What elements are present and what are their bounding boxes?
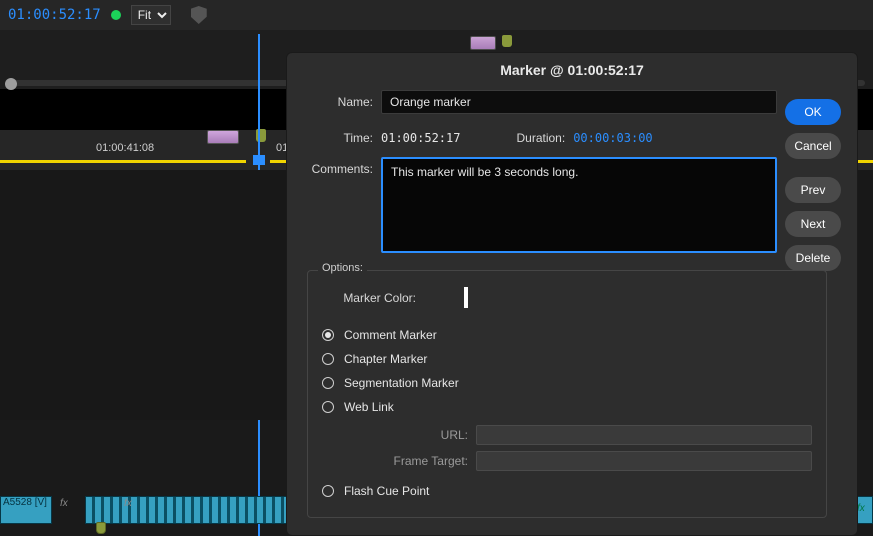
radio-label: Chapter Marker	[344, 352, 427, 366]
comments-input[interactable]: This marker will be 3 seconds long.	[381, 157, 777, 253]
dialog-button-column: OK Cancel Prev Next Delete	[785, 99, 841, 279]
track-marker-icon[interactable]	[96, 522, 106, 534]
timecode-display[interactable]: 01:00:52:17	[8, 7, 101, 23]
comments-label: Comments:	[287, 157, 381, 176]
radio-icon	[322, 353, 334, 365]
radio-icon	[322, 401, 334, 413]
fx-badge: fx	[124, 498, 132, 509]
options-group: Options: Marker Color: Comment MarkerCha…	[307, 270, 827, 518]
radio-label: Segmentation Marker	[344, 376, 459, 390]
cancel-button[interactable]: Cancel	[785, 133, 841, 159]
radio-comment[interactable]: Comment Marker	[322, 323, 812, 347]
radio-label: Flash Cue Point	[344, 484, 429, 498]
name-label: Name:	[287, 90, 381, 109]
fx-badge: fx	[60, 498, 68, 509]
shield-icon[interactable]	[191, 6, 207, 24]
url-input[interactable]	[476, 425, 812, 445]
radio-icon	[322, 377, 334, 389]
status-dot-icon	[111, 10, 121, 20]
radio-weblink[interactable]: Web Link	[322, 395, 812, 419]
dialog-title: Marker @ 01:00:52:17	[287, 53, 857, 90]
marker-color-row: Marker Color:	[322, 289, 812, 307]
radio-label: Comment Marker	[344, 328, 437, 342]
ok-button[interactable]: OK	[785, 99, 841, 125]
zoom-select[interactable]: Fit	[131, 5, 171, 25]
frame-target-input[interactable]	[476, 451, 812, 471]
ruler-clip[interactable]	[207, 130, 239, 144]
frame-target-label: Frame Target:	[386, 454, 476, 468]
preview-clip[interactable]	[470, 36, 496, 50]
time-label: Time:	[287, 126, 381, 145]
marker-color-label: Marker Color:	[322, 291, 430, 305]
name-input[interactable]	[381, 90, 777, 114]
radio-label: Web Link	[344, 400, 394, 414]
options-label: Options:	[318, 262, 367, 274]
next-button[interactable]: Next	[785, 211, 841, 237]
radio-segmentation[interactable]: Segmentation Marker	[322, 371, 812, 395]
top-toolbar: 01:00:52:17 Fit	[0, 0, 873, 30]
duration-label: Duration:	[516, 131, 565, 145]
radio-icon	[322, 485, 334, 497]
delete-button[interactable]: Delete	[785, 245, 841, 271]
marker-dialog: Marker @ 01:00:52:17 OK Cancel Prev Next…	[286, 52, 858, 536]
radio-icon	[322, 329, 334, 341]
duration-value[interactable]: 00:00:03:00	[573, 131, 652, 145]
preview-scrollbar-thumb[interactable]	[5, 78, 17, 90]
url-label: URL:	[386, 428, 476, 442]
prev-button[interactable]: Prev	[785, 177, 841, 203]
video-clip[interactable]: A5528 [V]	[0, 496, 52, 524]
radio-flash[interactable]: Flash Cue Point	[322, 479, 812, 503]
preview-marker-icon[interactable]	[502, 35, 512, 47]
radio-chapter[interactable]: Chapter Marker	[322, 347, 812, 371]
fx-badge: fx	[857, 503, 865, 514]
ruler-time-label: 01:00:41:08	[96, 142, 154, 154]
time-value[interactable]: 01:00:52:17	[381, 131, 460, 145]
